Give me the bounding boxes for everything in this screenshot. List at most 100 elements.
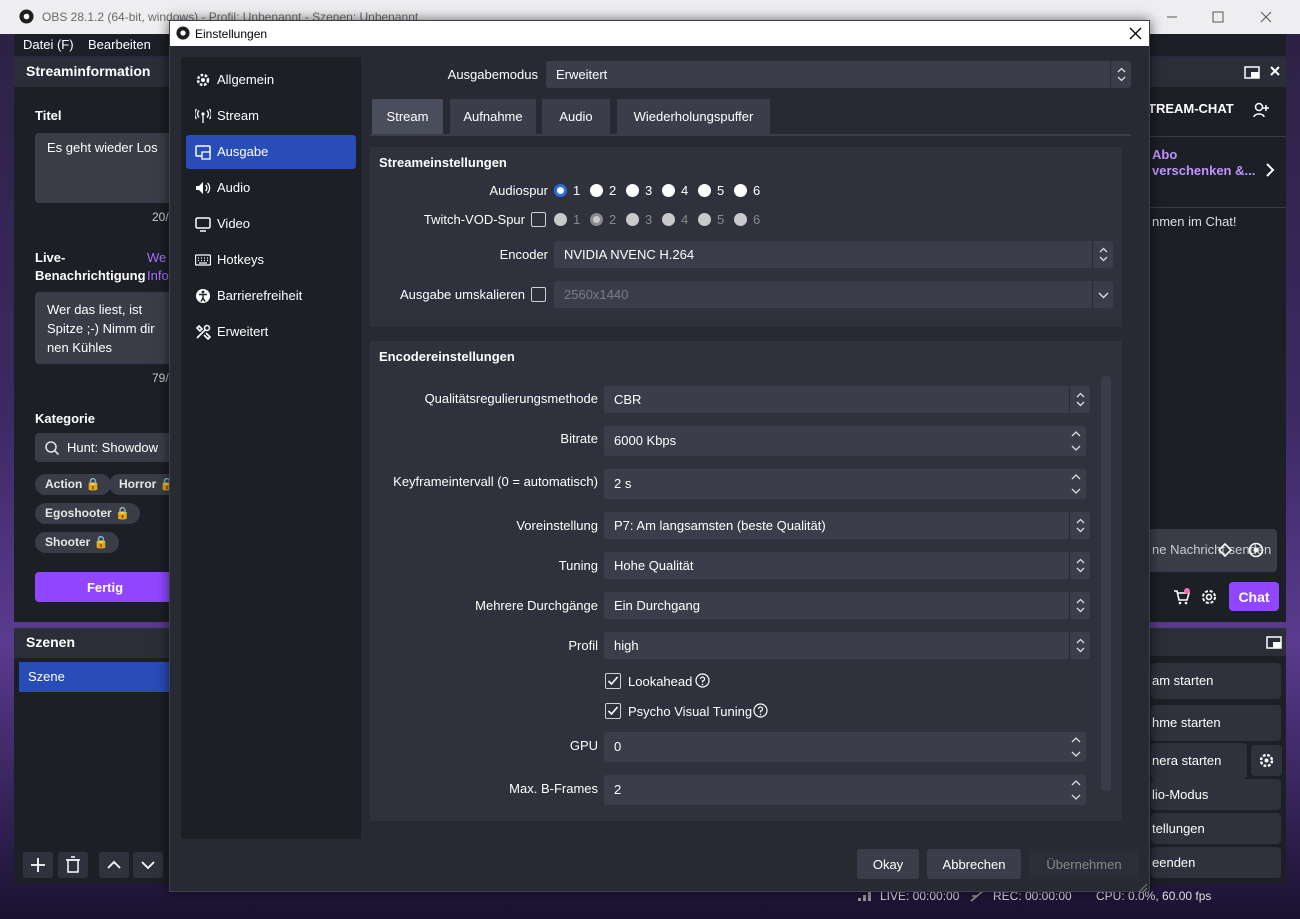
vod-radio-4 xyxy=(662,213,675,226)
encoder-label: Encoder xyxy=(499,247,548,262)
nav-stream[interactable]: Stream xyxy=(186,99,356,133)
lookahead-checkbox[interactable] xyxy=(605,673,621,689)
rescale-select: 2560x1440 xyxy=(554,281,1113,308)
virtualcam-settings-icon[interactable] xyxy=(1251,745,1282,776)
gpu-spinbox[interactable]: 0 xyxy=(604,732,1086,762)
tab-stream[interactable]: Stream xyxy=(372,99,443,134)
chat-settings-icon[interactable] xyxy=(1200,588,1218,606)
studio-mode-button[interactable]: lio-Modus xyxy=(1151,779,1281,810)
accessibility-icon xyxy=(195,288,211,304)
minimize-icon[interactable] xyxy=(1165,10,1179,24)
encoder-select[interactable]: NVIDIA NVENC H.264 xyxy=(554,241,1113,268)
add-scene-button[interactable] xyxy=(23,852,53,878)
psycho-visual-checkbox[interactable] xyxy=(605,703,621,719)
updown-icon xyxy=(1069,386,1090,413)
keyframe-spinbox[interactable]: 2 s xyxy=(604,469,1086,499)
tab-audio[interactable]: Audio xyxy=(542,99,610,134)
speaker-icon xyxy=(195,180,211,196)
abo-line2[interactable]: verschenken &... xyxy=(1152,163,1255,178)
done-button[interactable]: Fertig xyxy=(35,572,175,602)
diamond-icon[interactable] xyxy=(1218,543,1232,557)
audio-track-radio-2[interactable] xyxy=(590,184,603,197)
menu-file[interactable]: Datei (F) xyxy=(23,37,74,52)
move-down-icon[interactable] xyxy=(133,852,163,878)
tag-shooter[interactable]: Shooter 🔒 xyxy=(35,532,119,553)
nav-label: Barrierefreiheit xyxy=(217,288,303,303)
settings-button[interactable]: tellungen xyxy=(1151,813,1281,844)
float-controls-icon[interactable] xyxy=(1266,634,1282,650)
start-virtualcam-button[interactable]: nera starten xyxy=(1151,743,1247,779)
audio-track-radio-1[interactable] xyxy=(554,184,567,197)
nav-video[interactable]: Video xyxy=(186,207,356,241)
bits-icon[interactable] xyxy=(1172,588,1190,606)
rescale-value: 2560x1440 xyxy=(564,287,629,302)
chevron-right-icon[interactable] xyxy=(1264,162,1276,178)
stream-settings-header: Streameinstellungen xyxy=(379,155,507,170)
vod-track-checkbox[interactable] xyxy=(531,212,546,227)
close-dock-icon[interactable] xyxy=(1268,64,1282,78)
scene-item[interactable]: Szene xyxy=(19,662,174,692)
menu-edit[interactable]: Bearbeiten xyxy=(88,37,151,52)
tuning-select[interactable]: Hohe Qualität xyxy=(604,552,1090,579)
tag-egoshooter[interactable]: Egoshooter 🔒 xyxy=(35,503,140,524)
users-icon[interactable] xyxy=(1253,101,1271,119)
rate-control-select[interactable]: CBR xyxy=(604,386,1090,413)
stepper-icon[interactable] xyxy=(1068,428,1084,454)
gpu-value: 0 xyxy=(614,739,622,754)
bitrate-spinbox[interactable]: 6000 Kbps xyxy=(604,426,1086,456)
tag-action[interactable]: Action 🔒 xyxy=(35,474,111,495)
ok-button[interactable]: Okay xyxy=(857,849,919,879)
move-up-icon[interactable] xyxy=(99,852,129,878)
category-input[interactable]: Hunt: Showdow xyxy=(35,433,175,462)
keyframe-value: 2 s xyxy=(614,476,632,491)
output-mode-select[interactable]: Erweitert xyxy=(546,61,1131,88)
audio-track-radio-5[interactable] xyxy=(698,184,711,197)
vod-radio-2 xyxy=(590,213,603,226)
profile-select[interactable]: high xyxy=(604,632,1090,659)
tools-icon xyxy=(195,324,211,340)
output-icon xyxy=(195,144,211,160)
stepper-icon[interactable] xyxy=(1068,777,1084,803)
keyframe-label: Keyframeintervall (0 = automatisch) xyxy=(393,474,598,489)
monitor-icon xyxy=(195,216,211,232)
stepper-icon[interactable] xyxy=(1068,734,1084,760)
maximize-icon[interactable] xyxy=(1211,10,1225,24)
audio-track-radio-3[interactable] xyxy=(626,184,639,197)
cancel-button[interactable]: Abbrechen xyxy=(927,849,1021,879)
multipass-select[interactable]: Ein Durchgang xyxy=(604,592,1090,619)
close-dialog-icon[interactable] xyxy=(1129,27,1142,40)
nav-label: Allgemein xyxy=(217,72,275,87)
chat-send-button[interactable]: Chat xyxy=(1229,582,1279,611)
abo-line1[interactable]: Abo xyxy=(1152,147,1177,162)
trash-icon[interactable] xyxy=(58,852,88,878)
float-icon[interactable] xyxy=(1244,64,1260,80)
radio-label: 6 xyxy=(753,212,761,227)
nav-audio[interactable]: Audio xyxy=(186,171,356,205)
nav-erweitert[interactable]: Erweitert xyxy=(186,315,356,349)
close-window-icon[interactable] xyxy=(1259,10,1273,24)
exit-button[interactable]: eenden xyxy=(1151,847,1281,878)
bframes-spinbox[interactable]: 2 xyxy=(604,775,1086,805)
live-input[interactable]: Wer das liest, ist Spitze ;-) Nimm dir n… xyxy=(35,292,175,364)
emote-icon[interactable] xyxy=(1248,542,1264,558)
audio-track-radio-4[interactable] xyxy=(662,184,675,197)
nav-ausgabe[interactable]: Ausgabe xyxy=(186,135,356,169)
help-icon[interactable] xyxy=(753,703,768,718)
audio-track-radio-6[interactable] xyxy=(734,184,747,197)
start-recording-button[interactable]: hme starten xyxy=(1151,705,1281,741)
nav-allgemein[interactable]: Allgemein xyxy=(186,63,356,97)
preset-select[interactable]: P7: Am langsamsten (beste Qualität) xyxy=(604,512,1090,539)
resize-grip-icon[interactable] xyxy=(1138,883,1148,893)
tab-aufnahme[interactable]: Aufnahme xyxy=(450,99,536,134)
streaminfo-panel: Streaminformation Titel Es geht wieder L… xyxy=(14,57,185,622)
nav-hotkeys[interactable]: Hotkeys xyxy=(186,243,356,277)
help-icon[interactable] xyxy=(695,673,710,688)
nav-barrierefreiheit[interactable]: Barrierefreiheit xyxy=(186,279,356,313)
start-stream-button[interactable]: am starten xyxy=(1151,663,1281,699)
scrollbar[interactable] xyxy=(1101,376,1111,791)
tab-underline xyxy=(370,134,1131,136)
tab-wiederholungspuffer[interactable]: Wiederholungspuffer xyxy=(617,99,770,134)
title-input[interactable]: Es geht wieder Los xyxy=(35,133,175,203)
rescale-checkbox[interactable] xyxy=(531,287,546,302)
stepper-icon[interactable] xyxy=(1068,471,1084,497)
